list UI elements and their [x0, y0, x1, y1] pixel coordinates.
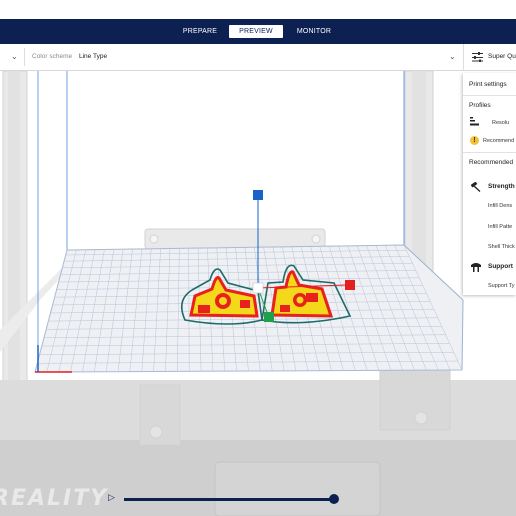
panel-divider — [463, 95, 516, 96]
color-scheme-dropdown[interactable]: Line Type — [79, 53, 107, 60]
support-icon — [471, 263, 481, 272]
print-settings-button[interactable]: Super Qu — [463, 44, 516, 70]
panel-divider — [463, 152, 516, 153]
layer-slider-handle[interactable] — [329, 494, 339, 504]
shell-thickness-label[interactable]: Shell Thick — [488, 244, 515, 250]
window-top-area — [0, 0, 516, 19]
tab-prepare[interactable]: PREPARE — [180, 25, 220, 38]
play-icon[interactable]: ▷ — [108, 492, 115, 503]
x-axis-handle — [345, 280, 355, 290]
infill-density-label[interactable]: Infill Dens — [488, 203, 512, 209]
strength-label: Strength — [488, 183, 515, 190]
resolution-label[interactable]: Resolu — [492, 120, 509, 126]
recommended-header: Recommended — [469, 159, 514, 166]
recommended-notice: Recommend — [483, 138, 515, 144]
infill-pattern-label[interactable]: Infill Patte — [488, 224, 512, 230]
color-scheme-label: Color scheme — [32, 53, 73, 60]
z-axis-handle — [253, 190, 263, 200]
layer-height-icon — [470, 117, 479, 126]
gizmo-center-handle — [252, 282, 264, 294]
print-settings-panel: Print settings Profiles Resolu ! Recomme… — [463, 73, 516, 295]
tab-preview[interactable]: PREVIEW — [229, 25, 283, 38]
print-settings-title: Print settings — [469, 81, 507, 88]
support-label: Support — [488, 263, 513, 270]
3d-viewport[interactable] — [0, 71, 516, 516]
print-settings-label: Super Qu — [488, 53, 516, 60]
layer-slider-track[interactable] — [124, 498, 334, 501]
view-type-chevron-down-icon[interactable]: ⌄ — [11, 52, 18, 61]
support-type-label[interactable]: Support Ty — [488, 283, 515, 289]
sliders-icon — [472, 52, 483, 62]
toolbar-divider — [24, 48, 25, 66]
layer-playback-bar: ▷ — [108, 488, 348, 510]
hammer-icon — [471, 182, 481, 192]
view-toolbar: ⌄ Color scheme Line Type ⌄ — [0, 44, 516, 71]
profiles-label: Profiles — [469, 102, 491, 109]
tab-monitor[interactable]: MONITOR — [293, 25, 335, 38]
brand-watermark: REALITY — [0, 486, 109, 511]
warning-icon: ! — [470, 136, 479, 145]
color-scheme-chevron-down-icon[interactable]: ⌄ — [449, 52, 456, 61]
y-axis-handle — [264, 312, 274, 322]
